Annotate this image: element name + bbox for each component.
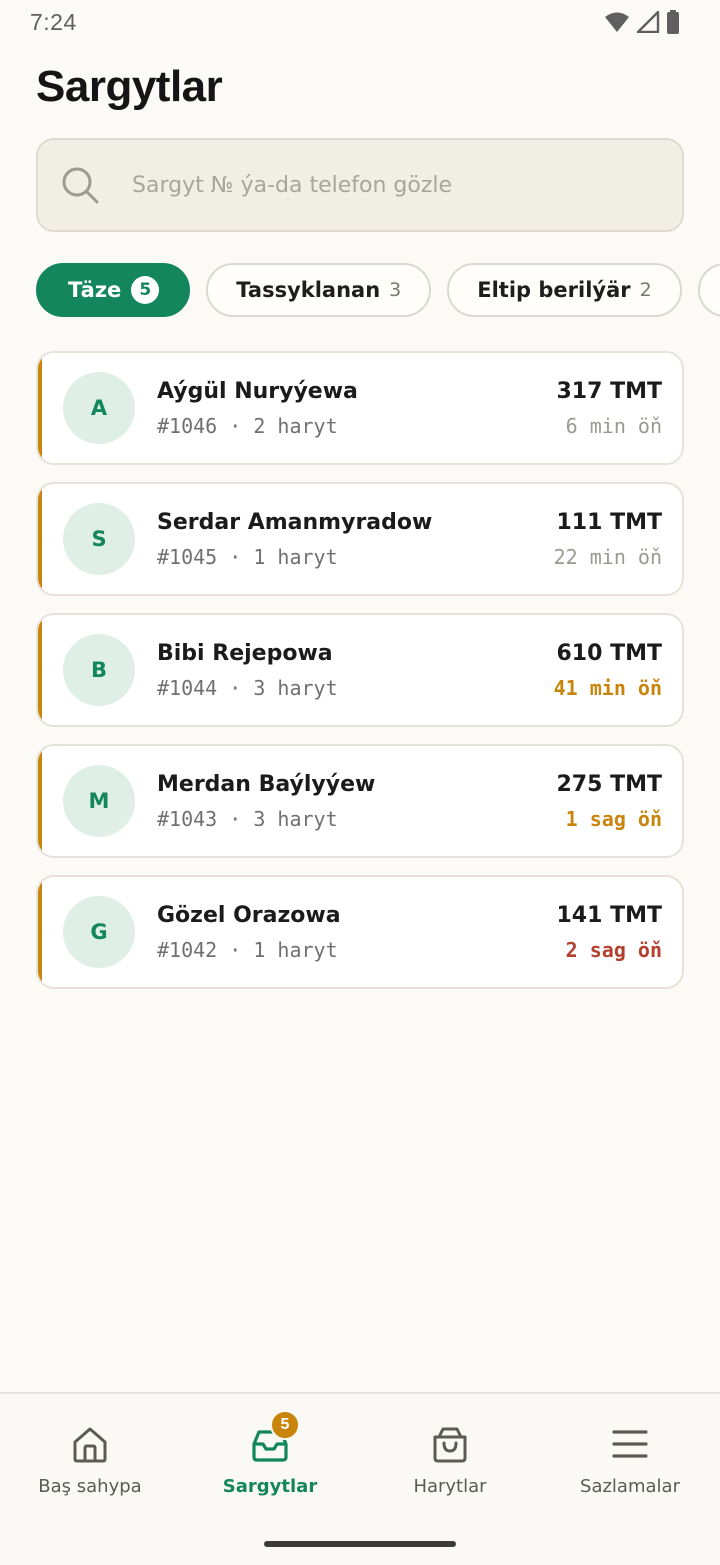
- filter-chips: Täze 5 Tassyklanan 3 Eltip berilýär 2 T: [36, 263, 720, 317]
- nav-icon-wrapper: 5: [250, 1410, 300, 1464]
- avatar: G: [63, 896, 135, 968]
- avatar: S: [63, 503, 135, 575]
- search-input[interactable]: [132, 172, 682, 198]
- filter-chip-count: 3: [389, 279, 402, 301]
- customer-name: Aýgül Nuryýewa: [157, 378, 358, 404]
- bottom-nav: Baş sahypa 5 Sargytlar Harytlar Sazlamal…: [0, 1392, 720, 1565]
- filter-chip-confirmed[interactable]: Tassyklanan 3: [206, 263, 432, 317]
- order-summary: 111 TMT 22 min öň: [554, 510, 662, 569]
- order-summary: 610 TMT 41 min öň: [554, 641, 662, 700]
- filter-chip-partial[interactable]: T: [697, 263, 720, 317]
- order-total: 610 TMT: [556, 640, 663, 666]
- order-total: 317 TMT: [556, 378, 663, 404]
- page-title: Sargytlar: [36, 62, 223, 111]
- order-card[interactable]: B Bibi Rejepowa #1044 · 3 haryt 610 TMT …: [36, 613, 684, 727]
- order-total: 111 TMT: [556, 509, 663, 535]
- order-status-accent: [38, 746, 42, 856]
- order-card[interactable]: G Gözel Orazowa #1042 · 1 haryt 141 TMT …: [36, 875, 684, 989]
- order-time: 1 sag öň: [565, 806, 662, 831]
- nav-item-products[interactable]: Harytlar: [360, 1394, 540, 1514]
- customer-name: Gözel Orazowa: [157, 902, 341, 928]
- order-meta: #1042 · 1 haryt: [157, 937, 338, 962]
- nav-item-settings[interactable]: Sazlamalar: [540, 1394, 720, 1514]
- order-time: 22 min öň: [553, 544, 662, 569]
- customer-name: Bibi Rejepowa: [157, 640, 333, 666]
- order-total: 275 TMT: [556, 771, 663, 797]
- order-info: Bibi Rejepowa #1044 · 3 haryt: [157, 641, 554, 700]
- nav-item-home[interactable]: Baş sahypa: [0, 1394, 180, 1514]
- cellular-signal-icon: [636, 11, 660, 33]
- nav-label: Harytlar: [413, 1476, 487, 1497]
- order-status-accent: [38, 877, 42, 987]
- search-box[interactable]: [36, 138, 684, 232]
- order-status-accent: [38, 484, 42, 594]
- status-bar: 7:24: [0, 0, 720, 44]
- search-icon: [62, 167, 99, 204]
- order-summary: 141 TMT 2 sag öň: [557, 903, 663, 962]
- home-icon: [73, 1427, 107, 1463]
- menu-icon: [612, 1430, 648, 1458]
- status-icons: [604, 10, 680, 34]
- order-total: 141 TMT: [556, 902, 663, 928]
- home-indicator[interactable]: [264, 1541, 456, 1547]
- filter-chip-delivering[interactable]: Eltip berilýär 2: [447, 263, 682, 317]
- order-list: A Aýgül Nuryýewa #1046 · 2 haryt 317 TMT…: [36, 351, 684, 1006]
- avatar: A: [63, 372, 135, 444]
- order-time: 41 min öň: [553, 675, 662, 700]
- nav-label: Sargytlar: [222, 1476, 318, 1497]
- status-time: 7:24: [30, 8, 77, 35]
- order-time: 2 sag öň: [565, 937, 662, 962]
- filter-chip-count: 2: [639, 279, 652, 301]
- nav-item-orders[interactable]: 5 Sargytlar: [180, 1394, 360, 1514]
- order-meta: #1046 · 2 haryt: [157, 413, 338, 438]
- wifi-icon: [605, 12, 629, 32]
- order-meta: #1045 · 1 haryt: [157, 544, 338, 569]
- order-info: Gözel Orazowa #1042 · 1 haryt: [157, 903, 557, 962]
- customer-name: Serdar Amanmyradow: [157, 509, 433, 535]
- order-status-accent: [38, 353, 42, 463]
- avatar: M: [63, 765, 135, 837]
- order-card[interactable]: A Aýgül Nuryýewa #1046 · 2 haryt 317 TMT…: [36, 351, 684, 465]
- filter-chip-count-badge: 5: [131, 276, 160, 304]
- filter-chip-label: Tassyklanan: [236, 278, 381, 302]
- order-meta: #1044 · 3 haryt: [157, 675, 338, 700]
- order-summary: 317 TMT 6 min öň: [557, 379, 663, 438]
- nav-label: Sazlamalar: [580, 1476, 680, 1497]
- filter-chip-new[interactable]: Täze 5: [36, 263, 191, 317]
- order-meta: #1043 · 3 haryt: [157, 806, 338, 831]
- order-info: Merdan Baýlyýew #1043 · 3 haryt: [157, 772, 557, 831]
- order-info: Serdar Amanmyradow #1045 · 1 haryt: [157, 510, 554, 569]
- order-time: 6 min öň: [565, 413, 662, 438]
- order-status-accent: [38, 615, 42, 725]
- battery-icon: [667, 10, 679, 34]
- avatar: B: [63, 634, 135, 706]
- nav-badge: 5: [270, 1410, 300, 1440]
- shopping-bag-icon: [433, 1427, 467, 1463]
- filter-chip-label: Täze: [68, 278, 122, 302]
- nav-label: Baş sahypa: [38, 1476, 142, 1497]
- filter-chip-label: Eltip berilýär: [477, 278, 631, 302]
- order-card[interactable]: M Merdan Baýlyýew #1043 · 3 haryt 275 TM…: [36, 744, 684, 858]
- order-info: Aýgül Nuryýewa #1046 · 2 haryt: [157, 379, 557, 438]
- customer-name: Merdan Baýlyýew: [157, 771, 376, 797]
- order-summary: 275 TMT 1 sag öň: [557, 772, 663, 831]
- order-card[interactable]: S Serdar Amanmyradow #1045 · 1 haryt 111…: [36, 482, 684, 596]
